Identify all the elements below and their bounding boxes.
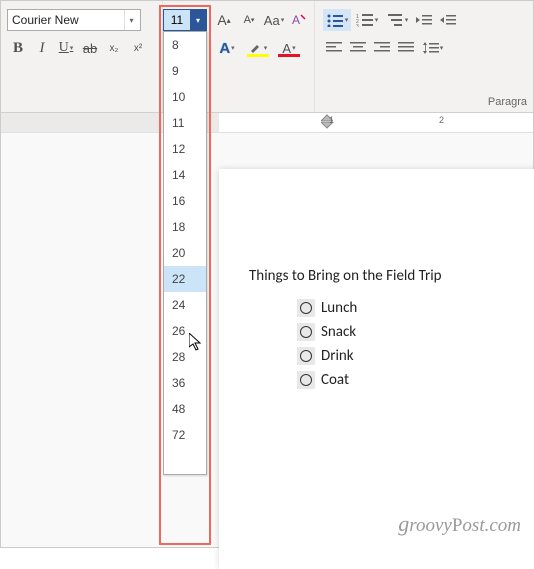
align-left-button[interactable] (323, 37, 345, 59)
clear-formatting-button[interactable]: A (288, 9, 310, 31)
align-right-button[interactable] (371, 37, 393, 59)
ruler-mark: 2 (439, 115, 444, 125)
ruler[interactable]: 12 (1, 113, 533, 133)
checkbox-icon (297, 299, 315, 317)
list-item-label: Lunch (321, 299, 357, 317)
checkbox-icon (297, 371, 315, 389)
size-option-8[interactable]: 8 (164, 32, 206, 58)
font-name-combo[interactable]: Courier New ▾ (7, 9, 141, 31)
checkbox-icon (297, 323, 315, 341)
superscript-button[interactable]: x² (127, 37, 149, 59)
highlight-button[interactable]: ▾ (244, 37, 272, 59)
shrink-font-button[interactable]: A▾ (238, 9, 260, 31)
font-size-dropdown[interactable]: 891011121416182022242628364872. (163, 31, 207, 475)
size-option-11[interactable]: 11 (164, 110, 206, 136)
text-effects-button[interactable]: A▾ (213, 37, 241, 59)
size-option-9[interactable]: 9 (164, 58, 206, 84)
size-option-26[interactable]: 26 (164, 318, 206, 344)
list-item: Lunch (297, 299, 529, 317)
size-option-48[interactable]: 48 (164, 396, 206, 422)
numbering-button[interactable]: 123▾ (353, 9, 381, 31)
decrease-indent-button[interactable] (413, 9, 435, 31)
list-item-label: Snack (321, 323, 356, 341)
svg-text:3: 3 (356, 24, 359, 27)
paragraph-label: Paragra (488, 96, 527, 108)
subscript-button[interactable]: x₂ (103, 37, 125, 59)
size-option-blank[interactable]: . (164, 448, 206, 474)
bold-button[interactable]: B (7, 37, 29, 59)
svg-text:A: A (292, 13, 300, 27)
list-item-label: Coat (321, 371, 349, 389)
size-option-18[interactable]: 18 (164, 214, 206, 240)
list-item: Drink (297, 347, 529, 365)
document-title: Things to Bring on the Field Trip (249, 267, 529, 285)
line-spacing-button[interactable]: ▾ (419, 37, 447, 59)
font-size-combo[interactable]: 11 ▾ (163, 9, 207, 31)
size-option-16[interactable]: 16 (164, 188, 206, 214)
list-item-label: Drink (321, 347, 354, 365)
paragraph-group: ▾ 123▾ ▾ (314, 1, 533, 112)
list-item: Snack (297, 323, 529, 341)
checklist: Lunch Snack Drink Coat (297, 299, 529, 389)
chevron-down-icon[interactable]: ▾ (190, 10, 206, 30)
document-area: 12 Things to Bring on the Field Trip Lun… (1, 113, 533, 547)
align-center-button[interactable] (347, 37, 369, 59)
font-size-value: 11 (164, 10, 190, 30)
underline-button[interactable]: U▾ (55, 37, 77, 59)
size-option-36[interactable]: 36 (164, 370, 206, 396)
bullets-button[interactable]: ▾ (323, 9, 351, 31)
justify-button[interactable] (395, 37, 417, 59)
chevron-down-icon[interactable]: ▾ (124, 10, 138, 30)
size-option-14[interactable]: 14 (164, 162, 206, 188)
font-group: Courier New ▾ B I U▾ ab x₂ x² (1, 1, 163, 112)
strikethrough-button[interactable]: ab (79, 37, 101, 59)
italic-button[interactable]: I (31, 37, 53, 59)
change-case-button[interactable]: Aa▾ (263, 9, 285, 31)
page: Things to Bring on the Field Trip Lunch S… (219, 169, 534, 569)
ruler-mark: 1 (329, 115, 334, 125)
increase-indent-button[interactable] (437, 9, 459, 31)
size-option-12[interactable]: 12 (164, 136, 206, 162)
grow-font-button[interactable]: A▴ (213, 9, 235, 31)
size-option-24[interactable]: 24 (164, 292, 206, 318)
watermark: groovyPost.com (398, 511, 521, 537)
font-name-value: Courier New (12, 13, 79, 27)
size-option-20[interactable]: 20 (164, 240, 206, 266)
ribbon: Courier New ▾ B I U▾ ab x₂ x² 11 ▾ A▴ A▾… (1, 1, 533, 113)
size-option-72[interactable]: 72 (164, 422, 206, 448)
checkbox-icon (297, 347, 315, 365)
font-color-button[interactable]: A ▾ (275, 37, 303, 59)
size-option-10[interactable]: 10 (164, 84, 206, 110)
list-item: Coat (297, 371, 529, 389)
size-option-22[interactable]: 22 (164, 266, 206, 292)
multilevel-button[interactable]: ▾ (383, 9, 411, 31)
size-option-28[interactable]: 28 (164, 344, 206, 370)
